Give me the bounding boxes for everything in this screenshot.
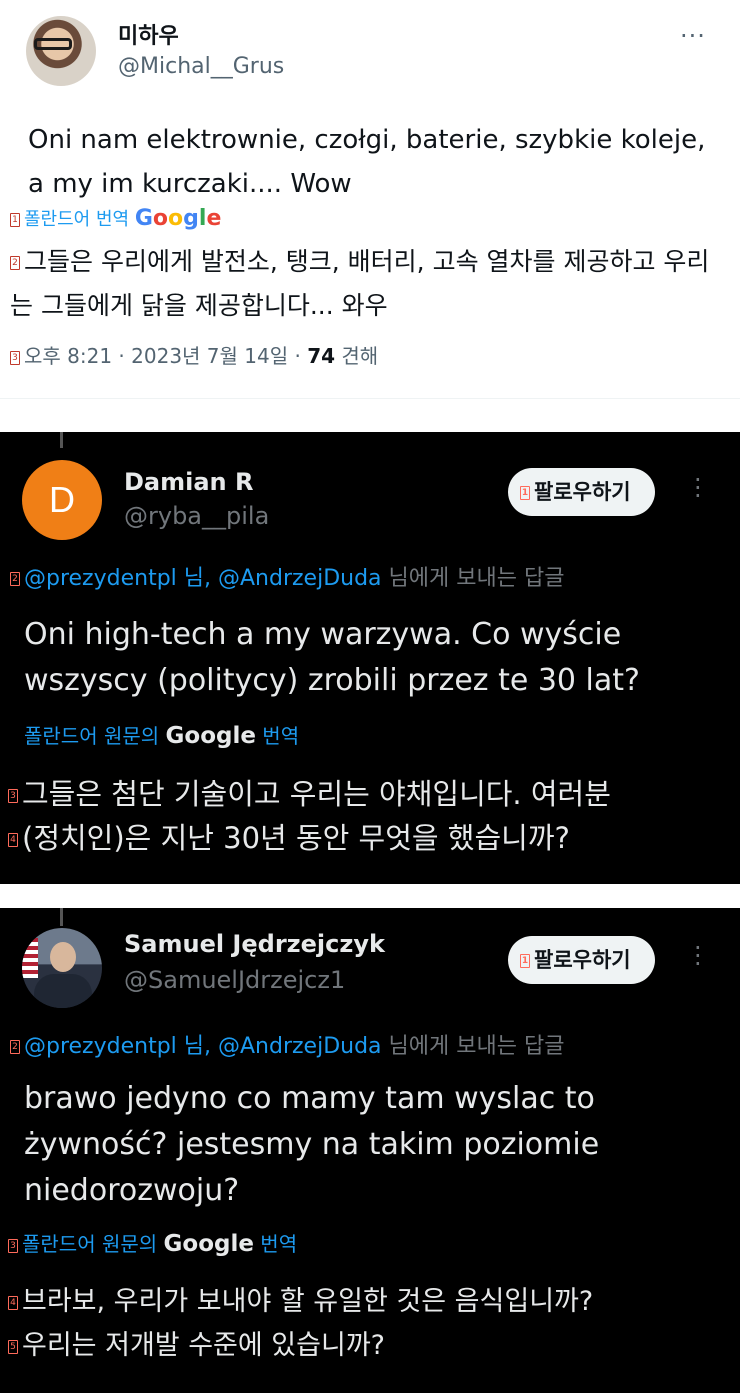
divider bbox=[0, 398, 740, 399]
translate-prefix: 폴란드어 원문의 bbox=[24, 724, 166, 748]
translated-text-line: 5 우리는 저개발 수준에 있습니까? bbox=[8, 1324, 385, 1368]
mention-link[interactable]: @prezydentpl 님, bbox=[24, 566, 218, 591]
follow-label: 팔로우하기 bbox=[534, 948, 631, 972]
translate-label: 폴란드어 번역 bbox=[24, 209, 130, 230]
tweet-text: Oni nam elektrownie, czołgi, baterie, sz… bbox=[28, 125, 706, 199]
spacer bbox=[0, 884, 740, 908]
user-handle[interactable]: @SamuelJdrzejcz1 bbox=[124, 966, 345, 994]
annotation-marker: 2 bbox=[10, 256, 20, 270]
translated-text-content: 그들은 첨단 기술이고 우리는 야채입니다. 여러분 bbox=[22, 777, 611, 811]
translate-suffix: 번역 bbox=[255, 724, 300, 748]
tweet-meta: 3 오후 8:21 · 2023년 7월 14일 · 74 견해 bbox=[10, 340, 378, 369]
translated-text: 2 그들은 우리에게 발전소, 탱크, 배터리, 고속 열차를 제공하고 우리는 … bbox=[10, 240, 730, 328]
tweet-text: Oni high-tech a my warzywa. Co wyście ws… bbox=[24, 617, 640, 698]
mention-link[interactable]: @AndrzejDuda bbox=[218, 566, 382, 591]
reply-context: 2 @prezydentpl 님, @AndrzejDuda 님에게 보내는 답글 bbox=[10, 1028, 564, 1060]
reply-context: 2 @prezydentpl 님, @AndrzejDuda 님에게 보내는 답글 bbox=[10, 560, 564, 592]
more-options-icon[interactable]: ··· bbox=[694, 936, 702, 976]
follow-button[interactable]: 1 팔로우하기 bbox=[508, 468, 655, 516]
annotation-marker: 3 bbox=[10, 350, 20, 365]
annotation-marker: 1 bbox=[520, 954, 530, 968]
reply-suffix: 님에게 보내는 답글 bbox=[381, 1034, 565, 1059]
display-name[interactable]: 미하우 bbox=[118, 18, 179, 50]
mention-link[interactable]: @AndrzejDuda bbox=[218, 1034, 382, 1059]
display-name[interactable]: Samuel Jędrzejczyk bbox=[124, 930, 385, 958]
tweet-card-samuel: Samuel Jędrzejczyk @SamuelJdrzejcz1 1 팔로우… bbox=[0, 908, 740, 1393]
annotation-marker: 1 bbox=[520, 486, 530, 500]
translated-text-content: (정치인)은 지난 30년 동안 무엇을 했습니까? bbox=[22, 821, 570, 855]
flag-shape bbox=[22, 938, 38, 978]
translated-text-line: 4 (정치인)은 지난 30년 동안 무엇을 했습니까? bbox=[8, 816, 570, 860]
tweet-card-michal: 미하우 @Michal__Grus ··· Oni nam elektrowni… bbox=[0, 0, 740, 410]
follow-label: 팔로우하기 bbox=[534, 480, 631, 504]
translated-text-content: 브라보, 우리가 보내야 할 유일한 것은 음식입니까? bbox=[22, 1286, 594, 1317]
google-logo: Google bbox=[134, 206, 222, 231]
avatar[interactable] bbox=[26, 16, 96, 86]
user-handle[interactable]: @Michal__Grus bbox=[118, 54, 284, 79]
follow-button[interactable]: 1 팔로우하기 bbox=[508, 936, 655, 984]
translated-text-line: 3 그들은 첨단 기술이고 우리는 야채입니다. 여러분 bbox=[8, 772, 611, 816]
avatar[interactable]: D bbox=[22, 460, 102, 540]
annotation-marker: 5 bbox=[8, 1339, 18, 1354]
annotation-marker: 4 bbox=[8, 833, 18, 847]
translate-prefix: 폴란드어 원문의 bbox=[22, 1232, 164, 1256]
user-handle[interactable]: @ryba__pila bbox=[124, 502, 269, 530]
translated-text-content: 우리는 저개발 수준에 있습니까? bbox=[22, 1330, 385, 1361]
spacer bbox=[0, 410, 740, 432]
tweet-card-damian: D Damian R @ryba__pila 1 팔로우하기 · · · 2 @prez… bbox=[0, 432, 740, 884]
translation-link[interactable]: 폴란드어 원문의 Google 번역 bbox=[24, 720, 299, 749]
mention-link[interactable]: @prezydentpl 님, bbox=[24, 1034, 218, 1059]
thread-line bbox=[60, 908, 63, 926]
reply-suffix: 님에게 보내는 답글 bbox=[381, 566, 565, 591]
annotation-marker: 3 bbox=[8, 789, 18, 803]
tweet-text: brawo jedyno co mamy tam wyslac to żywno… bbox=[24, 1081, 600, 1208]
avatar[interactable] bbox=[22, 928, 102, 1008]
translation-link[interactable]: 3 폴란드어 원문의 Google 번역 bbox=[8, 1228, 297, 1257]
google-logo: Google bbox=[163, 1231, 254, 1257]
translate-suffix: 번역 bbox=[253, 1232, 298, 1256]
annotation-marker: 2 bbox=[10, 1040, 20, 1054]
translated-text-line: 4 브라보, 우리가 보내야 할 유일한 것은 음식입니까? bbox=[8, 1280, 593, 1324]
annotation-marker: 4 bbox=[8, 1295, 18, 1310]
more-options-icon[interactable]: ··· bbox=[680, 22, 706, 50]
annotation-marker: 3 bbox=[8, 1238, 18, 1253]
translation-link[interactable]: 1 폴란드어 번역 Google bbox=[10, 205, 221, 231]
display-name[interactable]: Damian R bbox=[124, 468, 253, 496]
views-count: 74 bbox=[307, 344, 336, 368]
annotation-marker: 2 bbox=[10, 572, 20, 586]
more-options-icon[interactable]: ··· bbox=[694, 468, 702, 508]
thread-line bbox=[60, 432, 63, 448]
views-label: 견해 bbox=[335, 344, 379, 368]
glasses-shape bbox=[34, 38, 72, 50]
translated-text-content: 그들은 우리에게 발전소, 탱크, 배터리, 고속 열차를 제공하고 우리는 그… bbox=[10, 247, 710, 320]
google-logo: Google bbox=[165, 723, 256, 749]
uniform-shape bbox=[34, 974, 92, 1008]
timestamp[interactable]: 오후 8:21 · 2023년 7월 14일 · bbox=[24, 344, 307, 368]
face-shape bbox=[50, 942, 76, 972]
annotation-marker: 1 bbox=[10, 213, 20, 227]
